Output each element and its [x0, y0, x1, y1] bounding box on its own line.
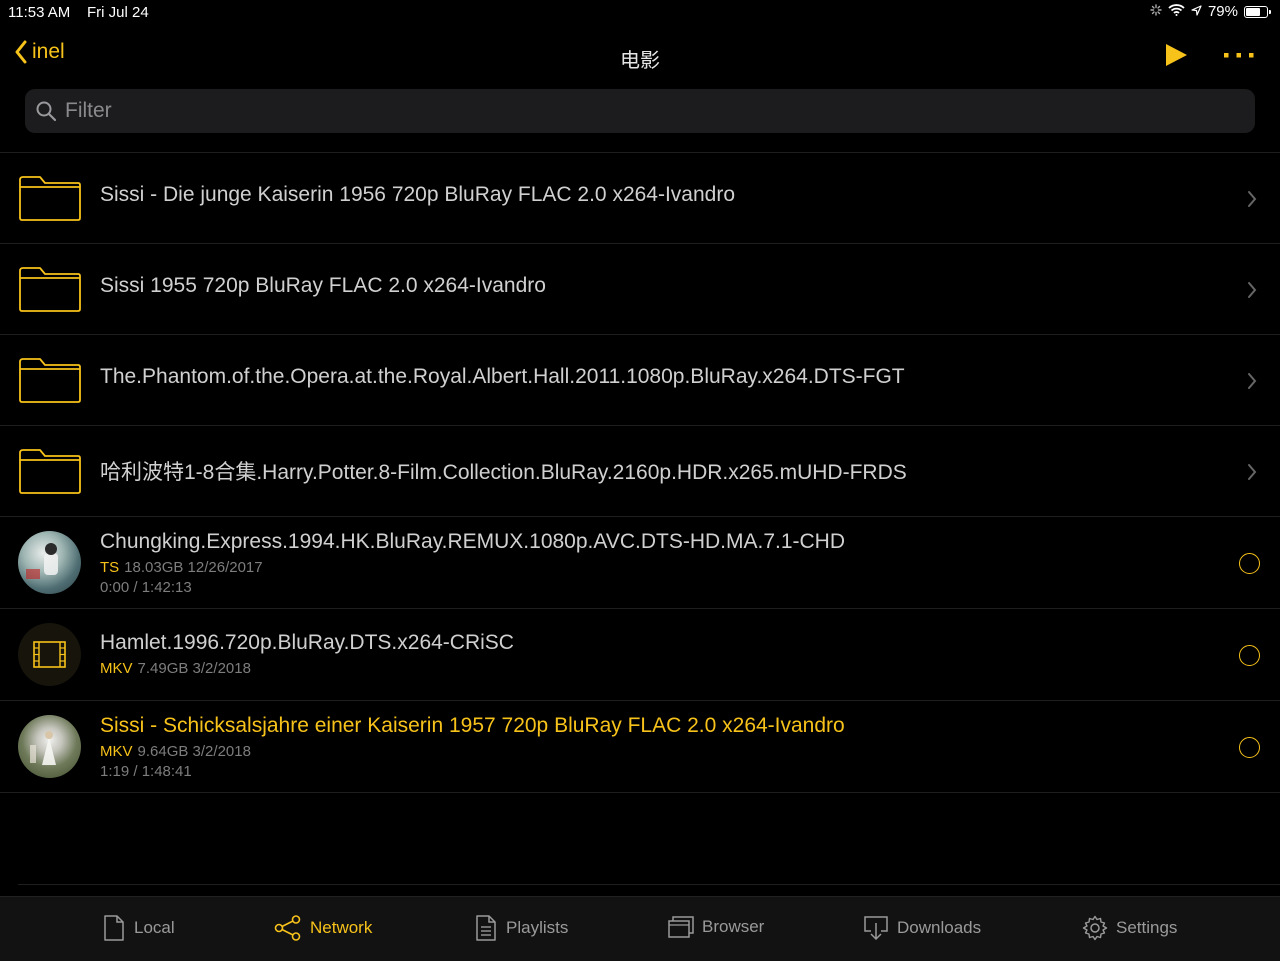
- document-icon: [104, 915, 124, 941]
- folder-row[interactable]: Sissi 1955 720p BluRay FLAC 2.0 x264-Iva…: [0, 244, 1280, 335]
- wifi-icon: [1168, 3, 1185, 20]
- folder-icon: [19, 449, 81, 494]
- file-size-date: 7.49GB 3/2/2018: [137, 660, 251, 677]
- battery-percent: 79%: [1207, 3, 1238, 20]
- share-icon: [274, 915, 301, 941]
- chevron-right-icon: [1248, 191, 1257, 207]
- folder-name: Sissi - Die junge Kaiserin 1956 720p Blu…: [100, 183, 736, 206]
- file-meta: MKV 7.49GB 3/2/2018: [100, 660, 251, 677]
- activity-spinner-icon: [1150, 3, 1162, 20]
- battery-fill: [1246, 7, 1261, 16]
- folder-row[interactable]: 哈利波特1-8合集.Harry.Potter.8-Film.Collection…: [0, 426, 1280, 517]
- folder-icon: [19, 267, 81, 312]
- folder-icon: [19, 176, 81, 221]
- tab-playlists[interactable]: Playlists: [474, 915, 568, 941]
- video-thumbnail: [18, 623, 81, 686]
- status-indicators: 79%: [1150, 3, 1271, 20]
- file-format-badge: MKV: [100, 743, 133, 760]
- file-meta: MKV 9.64GB 3/2/2018: [100, 743, 251, 760]
- tab-local[interactable]: Local: [102, 915, 175, 941]
- filter-input[interactable]: [63, 98, 1217, 124]
- file-format-badge: TS: [100, 559, 120, 576]
- download-icon: [864, 916, 888, 941]
- more-dots-icon: [1224, 53, 1254, 58]
- file-name: Sissi - Schicksalsjahre einer Kaiserin 1…: [100, 714, 845, 737]
- chevron-right-icon: [1248, 464, 1257, 480]
- video-thumbnail: [18, 715, 81, 778]
- tab-network[interactable]: Network: [274, 915, 372, 941]
- filter-search-bar[interactable]: [25, 89, 1255, 133]
- video-file-row[interactable]: Hamlet.1996.720p.BluRay.DTS.x264-CRiSC M…: [0, 609, 1280, 701]
- battery-icon: [1244, 5, 1271, 18]
- tab-label: Downloads: [897, 918, 982, 937]
- navigation-bar: inel 电影: [0, 30, 1280, 82]
- film-icon: [33, 641, 66, 668]
- file-size-date: 18.03GB 12/26/2017: [124, 559, 263, 576]
- select-circle[interactable]: [1239, 737, 1260, 758]
- file-size-date: 9.64GB 3/2/2018: [137, 743, 251, 760]
- more-button[interactable]: [1222, 42, 1256, 73]
- file-meta: TS 18.03GB 12/26/2017: [100, 559, 263, 576]
- folder-row[interactable]: The.Phantom.of.the.Opera.at.the.Royal.Al…: [0, 335, 1280, 426]
- tab-downloads[interactable]: Downloads: [863, 915, 981, 941]
- video-file-row[interactable]: Chungking.Express.1994.HK.BluRay.REMUX.1…: [0, 517, 1280, 609]
- tab-label: Network: [310, 918, 373, 937]
- gear-icon: [1082, 915, 1108, 941]
- folder-name: Sissi 1955 720p BluRay FLAC 2.0 x264-Iva…: [100, 274, 546, 297]
- windows-icon: [668, 916, 694, 938]
- file-name: Hamlet.1996.720p.BluRay.DTS.x264-CRiSC: [100, 631, 514, 654]
- list-bottom-divider: [18, 884, 1280, 885]
- status-time: 11:53 AM: [8, 4, 71, 21]
- tab-label: Settings: [1116, 918, 1178, 937]
- video-thumbnail: [18, 531, 81, 594]
- play-all-button[interactable]: [1163, 42, 1189, 73]
- tab-label: Playlists: [506, 918, 569, 937]
- chevron-right-icon: [1248, 373, 1257, 389]
- video-file-row[interactable]: Sissi - Schicksalsjahre einer Kaiserin 1…: [0, 701, 1280, 793]
- status-bar: 11:53 AM Fri Jul 24 79%: [0, 0, 1280, 26]
- tab-settings[interactable]: Settings: [1082, 915, 1177, 941]
- folder-icon: [19, 358, 81, 403]
- tab-bar: Local Network Playlists Browser Download…: [0, 896, 1280, 961]
- list-document-icon: [476, 915, 496, 941]
- chevron-right-icon: [1248, 282, 1257, 298]
- search-icon: [35, 100, 57, 122]
- folder-name: 哈利波特1-8合集.Harry.Potter.8-Film.Collection…: [100, 461, 907, 484]
- tab-browser[interactable]: Browser: [668, 915, 764, 939]
- play-icon: [1166, 44, 1187, 66]
- location-arrow-icon: [1191, 3, 1202, 20]
- playback-progress: 1:19 / 1:48:41: [100, 763, 192, 780]
- select-circle[interactable]: [1239, 645, 1260, 666]
- tab-label: Local: [134, 918, 175, 937]
- file-list: Sissi - Die junge Kaiserin 1956 720p Blu…: [0, 152, 1280, 793]
- playback-progress: 0:00 / 1:42:13: [100, 579, 192, 596]
- status-date: Fri Jul 24: [87, 4, 149, 21]
- folder-name: The.Phantom.of.the.Opera.at.the.Royal.Al…: [100, 365, 905, 388]
- tab-label: Browser: [702, 917, 765, 936]
- page-title: 电影: [620, 50, 660, 72]
- file-name: Chungking.Express.1994.HK.BluRay.REMUX.1…: [100, 530, 845, 553]
- select-circle[interactable]: [1239, 553, 1260, 574]
- file-format-badge: MKV: [100, 660, 133, 677]
- folder-row[interactable]: Sissi - Die junge Kaiserin 1956 720p Blu…: [0, 153, 1280, 244]
